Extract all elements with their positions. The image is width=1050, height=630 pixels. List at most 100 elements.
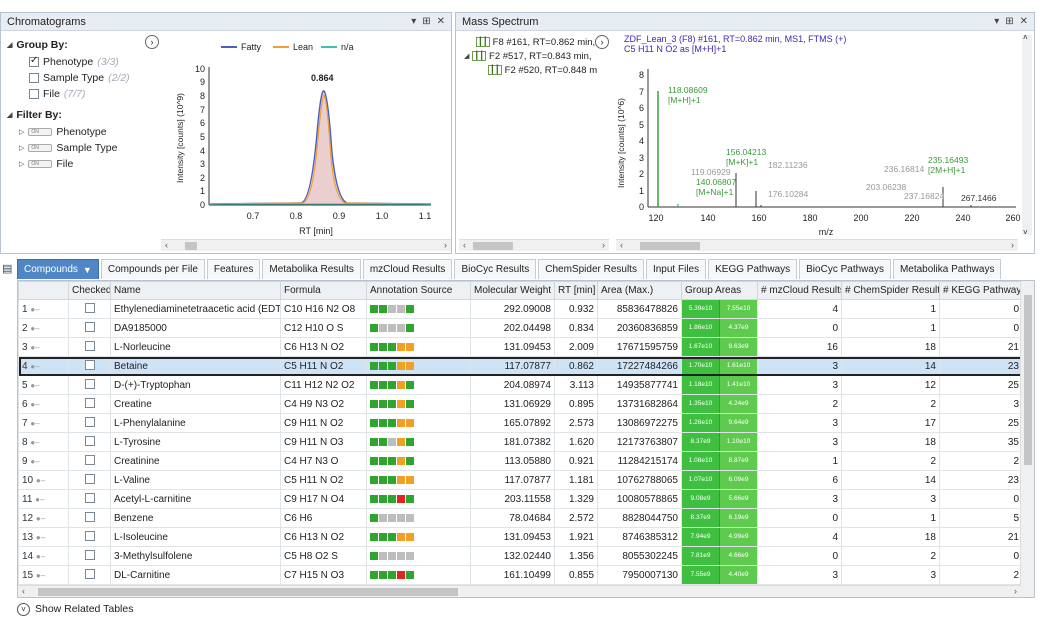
table-row[interactable]: 4 ●– Betaine C5 H11 N O2 117.07877 0.862 1722…	[18, 356, 1023, 376]
checked-cell[interactable]	[68, 432, 111, 452]
row-checkbox[interactable]	[84, 568, 95, 579]
tab-chemspider-results[interactable]: ChemSpider Results	[538, 259, 644, 279]
chrom-horizontal-scrollbar[interactable]: ‹ ›	[161, 239, 451, 251]
tab-input-files[interactable]: Input Files	[645, 259, 707, 279]
scrollbar-thumb[interactable]	[38, 588, 458, 596]
checked-cell[interactable]	[68, 565, 111, 585]
checked-cell[interactable]	[68, 299, 111, 319]
table-row[interactable]: 14 ●– 3-Methylsulfolene C5 H8 O2 S 132.0244…	[18, 546, 1023, 566]
checked-cell[interactable]	[68, 451, 111, 471]
filter-phenotype[interactable]: ▷ ON Phenotype	[19, 125, 157, 139]
checked-cell[interactable]	[68, 356, 111, 376]
checked-cell[interactable]	[68, 337, 111, 357]
table-row[interactable]: 8 ●– L-Tyrosine C9 H11 N O3 181.07382 1.620 1…	[18, 432, 1023, 452]
dropdown-icon[interactable]: ▾	[994, 16, 999, 27]
scrollbar-thumb[interactable]	[473, 242, 513, 250]
table-icon[interactable]: ▤	[2, 262, 12, 275]
tree-item-f2-520[interactable]: ┃┃ F2 #520, RT=0.848 m	[464, 63, 614, 77]
tab-kegg-pathways[interactable]: KEGG Pathways	[708, 259, 798, 279]
table-row[interactable]: 1 ●– Ethylenediaminetetraacetic acid (EDT…	[18, 299, 1023, 319]
column-header[interactable]: Annotation Source	[366, 281, 471, 300]
table-row[interactable]: 13 ●– L-Isoleucine C6 H13 N O2 131.09453 1.9…	[18, 527, 1023, 547]
row-checkbox[interactable]	[84, 511, 95, 522]
show-related-tables[interactable]: ˅ Show Related Tables	[17, 600, 133, 618]
row-checkbox[interactable]	[84, 454, 95, 465]
column-header[interactable]: Area (Max.)	[597, 281, 682, 300]
close-icon[interactable]: ✕	[1020, 16, 1028, 27]
tab-metabolika-pathways[interactable]: Metabolika Pathways	[892, 259, 1002, 279]
table-row[interactable]: 9 ●– Creatinine C4 H7 N3 O 113.05880 0.921 11…	[18, 451, 1023, 471]
row-checkbox[interactable]	[84, 435, 95, 446]
checked-cell[interactable]	[68, 508, 111, 528]
table-row[interactable]: 7 ●– L-Phenylalanine C9 H11 N O2 165.07892 2…	[18, 413, 1023, 433]
checked-cell[interactable]	[68, 527, 111, 547]
group-option-file[interactable]: File (7/7)	[29, 87, 157, 101]
close-icon[interactable]: ✕	[437, 16, 445, 27]
table-row[interactable]: 6 ●– Creatine C4 H9 N3 O2 131.06929 0.895 137…	[18, 394, 1023, 414]
collapse-tree-button[interactable]: ›	[595, 35, 609, 49]
table-row[interactable]: 12 ●– Benzene C6 H6 78.04684 2.572 8828044750…	[18, 508, 1023, 528]
row-options-icon[interactable]	[18, 281, 69, 300]
checkbox[interactable]	[29, 73, 39, 83]
table-row[interactable]: 15 ●– DL-Carnitine C7 H15 N O3 161.10499 0.8…	[18, 565, 1023, 585]
checked-cell[interactable]	[68, 470, 111, 490]
tab-biocyc-pathways[interactable]: BioCyc Pathways	[799, 259, 891, 279]
toggle-switch[interactable]: ON	[28, 128, 53, 136]
row-checkbox[interactable]	[84, 302, 95, 313]
row-checkbox[interactable]	[84, 378, 95, 389]
row-checkbox[interactable]	[84, 359, 95, 370]
filter-file[interactable]: ▷ ON File	[19, 157, 157, 171]
column-header[interactable]: # ChemSpider Results	[841, 281, 940, 300]
pin-icon[interactable]: ⊞	[422, 16, 430, 27]
checked-cell[interactable]	[68, 413, 111, 433]
expand-circle-icon[interactable]: ˅	[17, 602, 30, 616]
group-option-phenotype[interactable]: Phenotype(3/3)	[29, 55, 157, 69]
tree-horizontal-scrollbar[interactable]: ‹ ›	[459, 239, 609, 251]
row-checkbox[interactable]	[84, 530, 95, 541]
tab-compounds[interactable]: Compounds ▼	[17, 259, 99, 279]
collapse-icon[interactable]: ◢	[7, 41, 12, 49]
scrollbar-thumb[interactable]	[640, 242, 700, 250]
tab-features[interactable]: Features	[206, 259, 261, 279]
scrollbar-thumb[interactable]	[1024, 295, 1032, 465]
tab-biocyc-results[interactable]: BioCyc Results	[454, 259, 537, 279]
dropdown-icon[interactable]: ▾	[411, 16, 416, 27]
tab-mzcloud-results[interactable]: mzCloud Results	[362, 259, 453, 279]
tree-item-f8[interactable]: ┃┃ F8 #161, RT=0.862 min,	[464, 35, 614, 49]
row-checkbox[interactable]	[84, 549, 95, 560]
column-header[interactable]: Formula	[280, 281, 367, 300]
checked-cell[interactable]	[68, 318, 111, 338]
column-header[interactable]: RT [min]	[554, 281, 598, 300]
row-checkbox[interactable]	[84, 340, 95, 351]
table-row[interactable]: 11 ●– Acetyl-L-carnitine C9 H17 N O4 203.11…	[18, 489, 1023, 509]
checked-cell[interactable]	[68, 375, 111, 395]
column-header[interactable]: Molecular Weight	[470, 281, 555, 300]
tree-item-f2-517[interactable]: ◢ ┃┃ F2 #517, RT=0.843 min,	[464, 49, 614, 63]
checked-cell[interactable]	[68, 489, 111, 509]
scrollbar-thumb[interactable]	[185, 242, 197, 250]
spectrum-horizontal-scrollbar[interactable]: ‹ ›	[616, 239, 1018, 251]
column-header[interactable]: Name	[110, 281, 281, 300]
collapse-icon[interactable]: ◢	[7, 111, 12, 119]
column-header[interactable]: # KEGG Pathways	[939, 281, 1023, 300]
tab-compounds-per-file[interactable]: Compounds per File	[100, 259, 205, 279]
pin-icon[interactable]: ⊞	[1005, 16, 1013, 27]
table-row[interactable]: 5 ●– D-(+)-Tryptophan C11 H12 N2 O2 204.089…	[18, 375, 1023, 395]
column-header[interactable]: # mzCloud Results	[757, 281, 842, 300]
table-row[interactable]: 3 ●– L-Norleucine C6 H13 N O2 131.09453 2.00…	[18, 337, 1023, 357]
column-header[interactable]: Group Areas	[681, 281, 758, 300]
tab-metabolika-results[interactable]: Metabolika Results	[262, 259, 361, 279]
collapse-panel-button[interactable]: ›	[145, 35, 159, 49]
checked-cell[interactable]	[68, 546, 111, 566]
row-checkbox[interactable]	[84, 397, 95, 408]
checkbox[interactable]	[29, 55, 39, 67]
row-checkbox[interactable]	[84, 321, 95, 332]
filter-sample-type[interactable]: ▷ ON Sample Type	[19, 141, 157, 155]
table-horizontal-scrollbar[interactable]: ‹ ›	[18, 585, 1021, 597]
group-option-sample-type[interactable]: Sample Type (2/2)	[29, 71, 157, 85]
table-row[interactable]: 10 ●– L-Valine C5 H11 N O2 117.07877 1.181 10…	[18, 470, 1023, 490]
table-row[interactable]: 2 ●– DA9185000 C12 H10 O S 202.04498 0.834 20…	[18, 318, 1023, 338]
table-vertical-scrollbar[interactable]	[1020, 281, 1034, 597]
row-checkbox[interactable]	[84, 416, 95, 427]
row-checkbox[interactable]	[84, 473, 95, 484]
